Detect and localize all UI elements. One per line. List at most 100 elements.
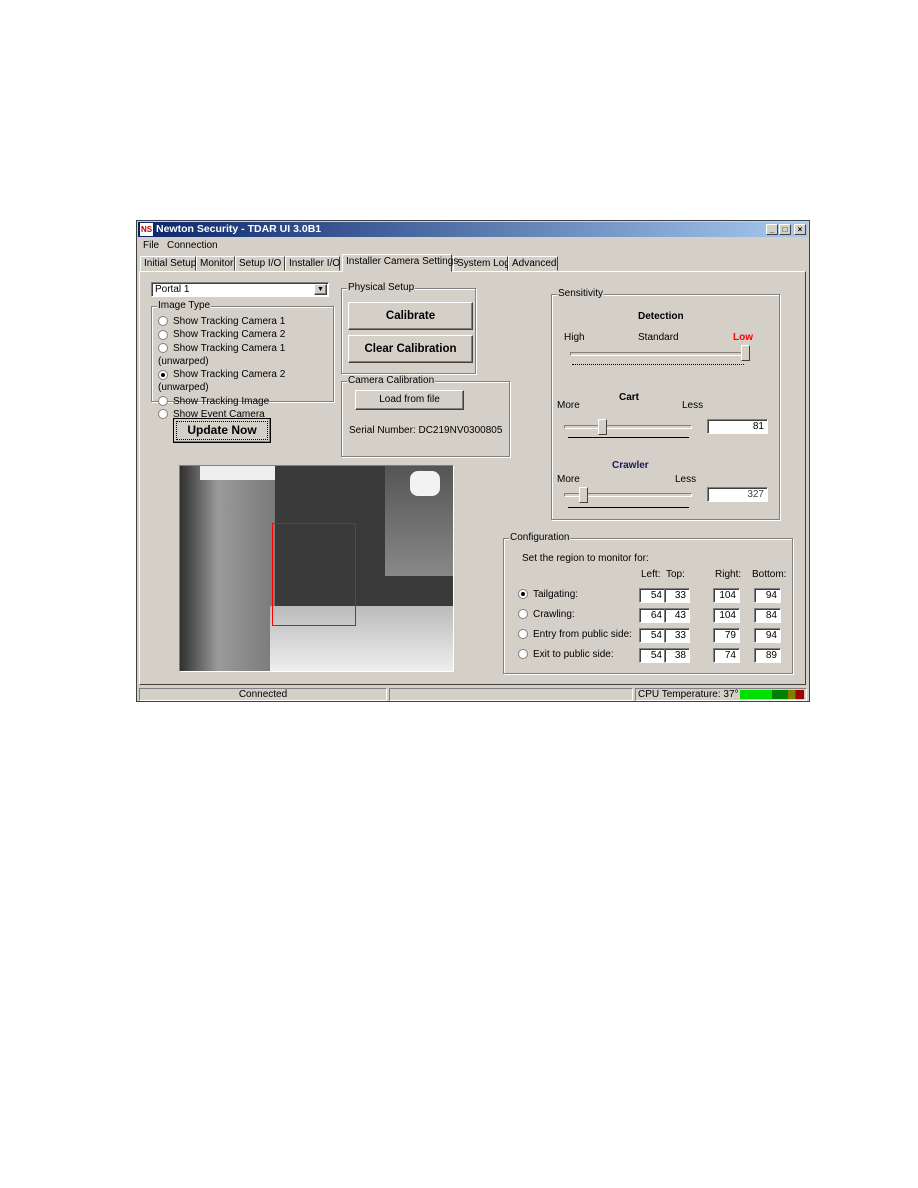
radio-button[interactable] [158, 316, 168, 327]
title-bar: NS Newton Security - TDAR UI 3.0B1 _ □ × [138, 222, 808, 237]
radio-button[interactable] [158, 396, 168, 407]
config-row[interactable]: Tailgating: [518, 589, 578, 600]
config-row[interactable]: Exit to public side: [518, 649, 614, 660]
tab-initial-setup[interactable]: Initial Setup [140, 256, 196, 271]
region-value-field[interactable]: 54 [639, 588, 666, 603]
region-box [272, 523, 356, 626]
row-label: Tailgating: [533, 589, 579, 600]
app-window: NS Newton Security - TDAR UI 3.0B1 _ □ ×… [136, 220, 810, 702]
tab-advanced[interactable]: Advanced [508, 256, 558, 271]
row-label: Crawling: [533, 609, 575, 620]
status-connection: Connected [139, 688, 387, 701]
configuration-prompt: Set the region to monitor for: [522, 553, 649, 564]
option-label: Show Tracking Image [173, 395, 270, 407]
cart-title: Cart [619, 392, 640, 403]
region-value-field[interactable]: 33 [664, 628, 690, 643]
image-type-option[interactable]: Show Tracking Image [158, 395, 333, 408]
tab-system-log[interactable]: System Log [453, 256, 510, 271]
detection-slider-thumb[interactable] [741, 345, 750, 361]
image-type-group: Image Type Show Tracking Camera 1 Show Tr… [151, 300, 334, 420]
maximize-button[interactable]: □ [779, 224, 791, 235]
sensitivity-group: Sensitivity Detection High Standard Low … [551, 288, 780, 520]
tab-installer-camera-settings[interactable]: Installer Camera Settings [342, 254, 458, 272]
detection-standard-label: Standard [638, 332, 679, 343]
app-logo: NS [140, 223, 153, 236]
cart-slider-track[interactable] [564, 425, 692, 429]
region-value-field[interactable]: 104 [713, 588, 740, 603]
radio-button[interactable] [518, 629, 528, 640]
region-value-field[interactable]: 64 [639, 608, 666, 623]
option-label: Show Tracking Camera 1 [173, 316, 286, 327]
radio-button[interactable] [518, 609, 528, 620]
crawler-less-label: Less [675, 474, 697, 485]
row-label: Entry from public side: [533, 629, 632, 640]
option-label: Show Tracking Camera 1 (unwarped) [158, 342, 286, 367]
crawler-value-field[interactable]: 327 [707, 487, 768, 502]
config-row[interactable]: Entry from public side: [518, 629, 632, 640]
image-type-option[interactable]: Show Tracking Camera 1 (unwarped) [158, 342, 333, 369]
menu-connection[interactable]: Connection [167, 240, 218, 251]
portal-select[interactable]: Portal 1 ▼ [151, 282, 329, 297]
physical-setup-label: Physical Setup [347, 282, 416, 293]
camera-image [179, 465, 454, 672]
radio-button[interactable] [158, 342, 168, 353]
cpu-temperature-bar [740, 690, 804, 699]
tab-installer-io[interactable]: Installer I/O [285, 256, 340, 271]
close-button[interactable]: × [794, 224, 806, 235]
chevron-down-icon[interactable]: ▼ [314, 284, 327, 295]
portal-select-value: Portal 1 [155, 284, 190, 295]
menu-file[interactable]: File [143, 240, 159, 251]
cart-value-field[interactable]: 81 [707, 419, 768, 434]
detection-high-label: High [564, 332, 585, 343]
cpu-temperature: CPU Temperature: 37° C [638, 689, 749, 700]
radio-button[interactable] [158, 329, 168, 340]
region-value-field[interactable]: 33 [664, 588, 690, 603]
region-value-field[interactable]: 38 [664, 648, 690, 663]
cart-more-label: More [557, 400, 580, 411]
configuration-group: Configuration Set the region to monitor … [503, 532, 793, 674]
column-header: Top: [666, 569, 685, 580]
tab-setup-io[interactable]: Setup I/O [235, 256, 285, 271]
config-row[interactable]: Crawling: [518, 609, 575, 620]
physical-setup-group: Physical Setup Calibrate Clear Calibrati… [341, 282, 476, 374]
region-value-field[interactable]: 79 [713, 628, 740, 643]
region-value-field[interactable]: 43 [664, 608, 690, 623]
serial-number: Serial Number: DC219NV0300805 [349, 425, 503, 436]
window-title: Newton Security - TDAR UI 3.0B1 [156, 223, 322, 235]
region-value-field[interactable]: 104 [713, 608, 740, 623]
radio-button[interactable] [518, 649, 528, 660]
region-value-field[interactable]: 84 [754, 608, 781, 623]
crawler-slider-thumb[interactable] [579, 487, 589, 503]
image-type-option[interactable]: Show Tracking Camera 2 (unwarped) [158, 368, 333, 395]
radio-button[interactable] [518, 589, 528, 600]
region-value-field[interactable]: 74 [713, 648, 740, 663]
radio-button[interactable] [158, 409, 168, 420]
detection-low-label: Low [733, 332, 753, 343]
configuration-label: Configuration [509, 532, 571, 543]
option-label: Show Tracking Camera 2 [173, 329, 286, 341]
calibrate-button[interactable]: Calibrate [348, 302, 473, 330]
column-header: Right: [715, 569, 742, 580]
update-now-button[interactable]: Update Now [173, 418, 271, 443]
region-value-field[interactable]: 94 [754, 628, 781, 643]
crawler-more-label: More [557, 474, 580, 485]
detection-slider-track[interactable] [570, 352, 745, 356]
load-from-file-button[interactable]: Load from file [355, 390, 464, 410]
region-value-field[interactable]: 54 [639, 628, 666, 643]
clear-calibration-button[interactable]: Clear Calibration [348, 335, 473, 363]
region-value-field[interactable]: 94 [754, 588, 781, 603]
minimize-button[interactable]: _ [766, 224, 778, 235]
image-type-label: Image Type [157, 300, 212, 311]
detection-ticks [572, 364, 744, 365]
region-value-field[interactable]: 89 [754, 648, 781, 663]
image-type-option[interactable]: Show Tracking Camera 2 [158, 328, 333, 341]
option-label: Show Tracking Camera 2 (unwarped) [158, 369, 286, 394]
camera-calibration-label: Camera Calibration [347, 375, 436, 386]
image-type-option[interactable]: Show Tracking Camera 1 [158, 315, 333, 328]
radio-button[interactable] [158, 369, 168, 380]
cart-less-label: Less [682, 400, 704, 411]
column-header: Left: [641, 569, 661, 580]
tab-monitor[interactable]: Monitor [196, 256, 235, 271]
region-value-field[interactable]: 54 [639, 648, 666, 663]
cart-slider-thumb[interactable] [598, 419, 608, 435]
